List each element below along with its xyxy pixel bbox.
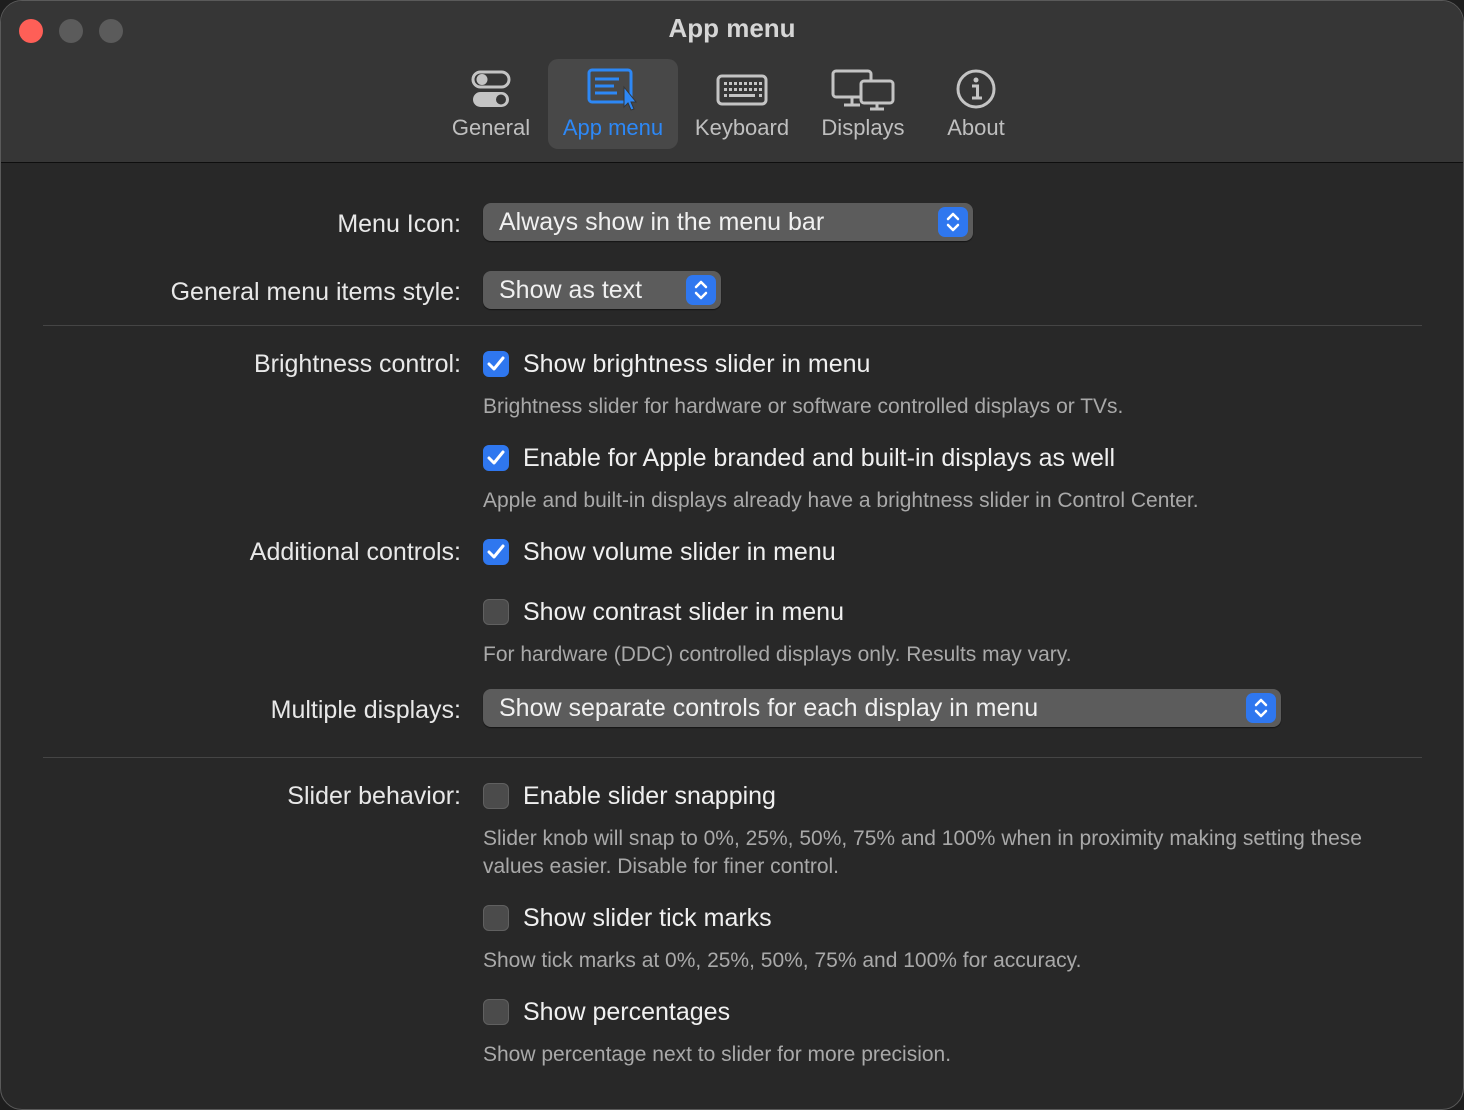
tab-displays[interactable]: Displays	[811, 59, 915, 149]
tab-general-label: General	[451, 115, 531, 140]
slider-snapping-text: Enable slider snapping	[523, 781, 776, 810]
window-title: App menu	[668, 13, 796, 43]
settings-content: Menu Icon: Always show in the menu bar G…	[1, 163, 1463, 1109]
volume-slider-text: Show volume slider in menu	[523, 537, 836, 566]
apple-displays-text: Enable for Apple branded and built-in di…	[523, 443, 1116, 472]
menu-items-style-popup[interactable]: Show as text	[483, 271, 721, 309]
contrast-slider-note: For hardware (DDC) controlled displays o…	[483, 643, 1072, 666]
tab-general[interactable]: General	[443, 59, 539, 149]
displays-icon	[831, 69, 895, 111]
section-divider	[43, 757, 1422, 758]
contrast-slider-checkbox[interactable]: Show contrast slider in menu	[483, 597, 844, 627]
show-percentages-text: Show percentages	[523, 997, 731, 1026]
apple-displays-note: Apple and built-in displays already have…	[483, 489, 1199, 512]
unchecked-box	[483, 999, 509, 1025]
show-percentages-checkbox[interactable]: Show percentages	[483, 997, 730, 1027]
checkmark-icon	[483, 351, 509, 377]
title-bar: App menu General App menu Keyboard Displ…	[1, 1, 1463, 163]
slider-tick-marks-checkbox[interactable]: Show slider tick marks	[483, 903, 772, 933]
slider-snapping-note: Slider knob will snap to 0%, 25%, 50%, 7…	[483, 827, 1362, 878]
menu-icon-popup[interactable]: Always show in the menu bar	[483, 203, 973, 241]
unchecked-box	[483, 599, 509, 625]
tab-about[interactable]: About	[931, 59, 1021, 149]
menu-icon-value: Always show in the menu bar	[499, 208, 825, 236]
brightness-control-label: Brightness control:	[253, 350, 461, 378]
unchecked-box	[483, 905, 509, 931]
contrast-slider-text: Show contrast slider in menu	[523, 597, 844, 626]
volume-slider-checkbox[interactable]: Show volume slider in menu	[483, 537, 836, 567]
chevron-updown-icon	[938, 207, 968, 237]
section-divider	[43, 325, 1422, 326]
settings-window: App menu General App menu Keyboard Displ…	[0, 0, 1464, 1110]
tab-app-menu[interactable]: App menu	[548, 59, 678, 149]
tab-app-menu-label: App menu	[562, 115, 664, 140]
preferences-toolbar: General App menu Keyboard Displays About	[1, 59, 1463, 149]
toggles-icon	[471, 70, 511, 107]
tab-keyboard[interactable]: Keyboard	[687, 59, 797, 149]
brightness-slider-note: Brightness slider for hardware or softwa…	[483, 395, 1124, 418]
multiple-displays-label: Multiple displays:	[270, 696, 461, 724]
tab-keyboard-label: Keyboard	[694, 115, 790, 140]
brightness-slider-text: Show brightness slider in menu	[523, 349, 871, 378]
keyboard-icon	[716, 74, 768, 106]
apple-displays-checkbox[interactable]: Enable for Apple branded and built-in di…	[483, 443, 1115, 473]
slider-behavior-label: Slider behavior:	[287, 782, 461, 810]
show-percentages-note: Show percentage next to slider for more …	[483, 1043, 952, 1066]
slider-tick-marks-text: Show slider tick marks	[523, 903, 772, 932]
multiple-displays-value: Show separate controls for each display …	[499, 694, 1039, 722]
unchecked-box	[483, 783, 509, 809]
checkmark-icon	[483, 539, 509, 565]
brightness-slider-checkbox[interactable]: Show brightness slider in menu	[483, 349, 870, 379]
tab-about-label: About	[947, 115, 1005, 140]
chevron-updown-icon	[1246, 693, 1276, 723]
slider-tick-marks-note: Show tick marks at 0%, 25%, 50%, 75% and…	[483, 949, 1082, 972]
info-icon	[956, 69, 996, 109]
menu-window-icon	[587, 68, 638, 111]
chevron-updown-icon	[686, 275, 716, 305]
additional-controls-label: Additional controls:	[249, 538, 461, 566]
checkmark-icon	[483, 445, 509, 471]
menu-items-style-label: General menu items style:	[170, 278, 461, 306]
menu-icon-label: Menu Icon:	[337, 210, 461, 238]
tab-displays-label: Displays	[821, 115, 905, 140]
menu-items-style-value: Show as text	[499, 276, 643, 304]
slider-snapping-checkbox[interactable]: Enable slider snapping	[483, 781, 776, 811]
multiple-displays-popup[interactable]: Show separate controls for each display …	[483, 689, 1281, 727]
